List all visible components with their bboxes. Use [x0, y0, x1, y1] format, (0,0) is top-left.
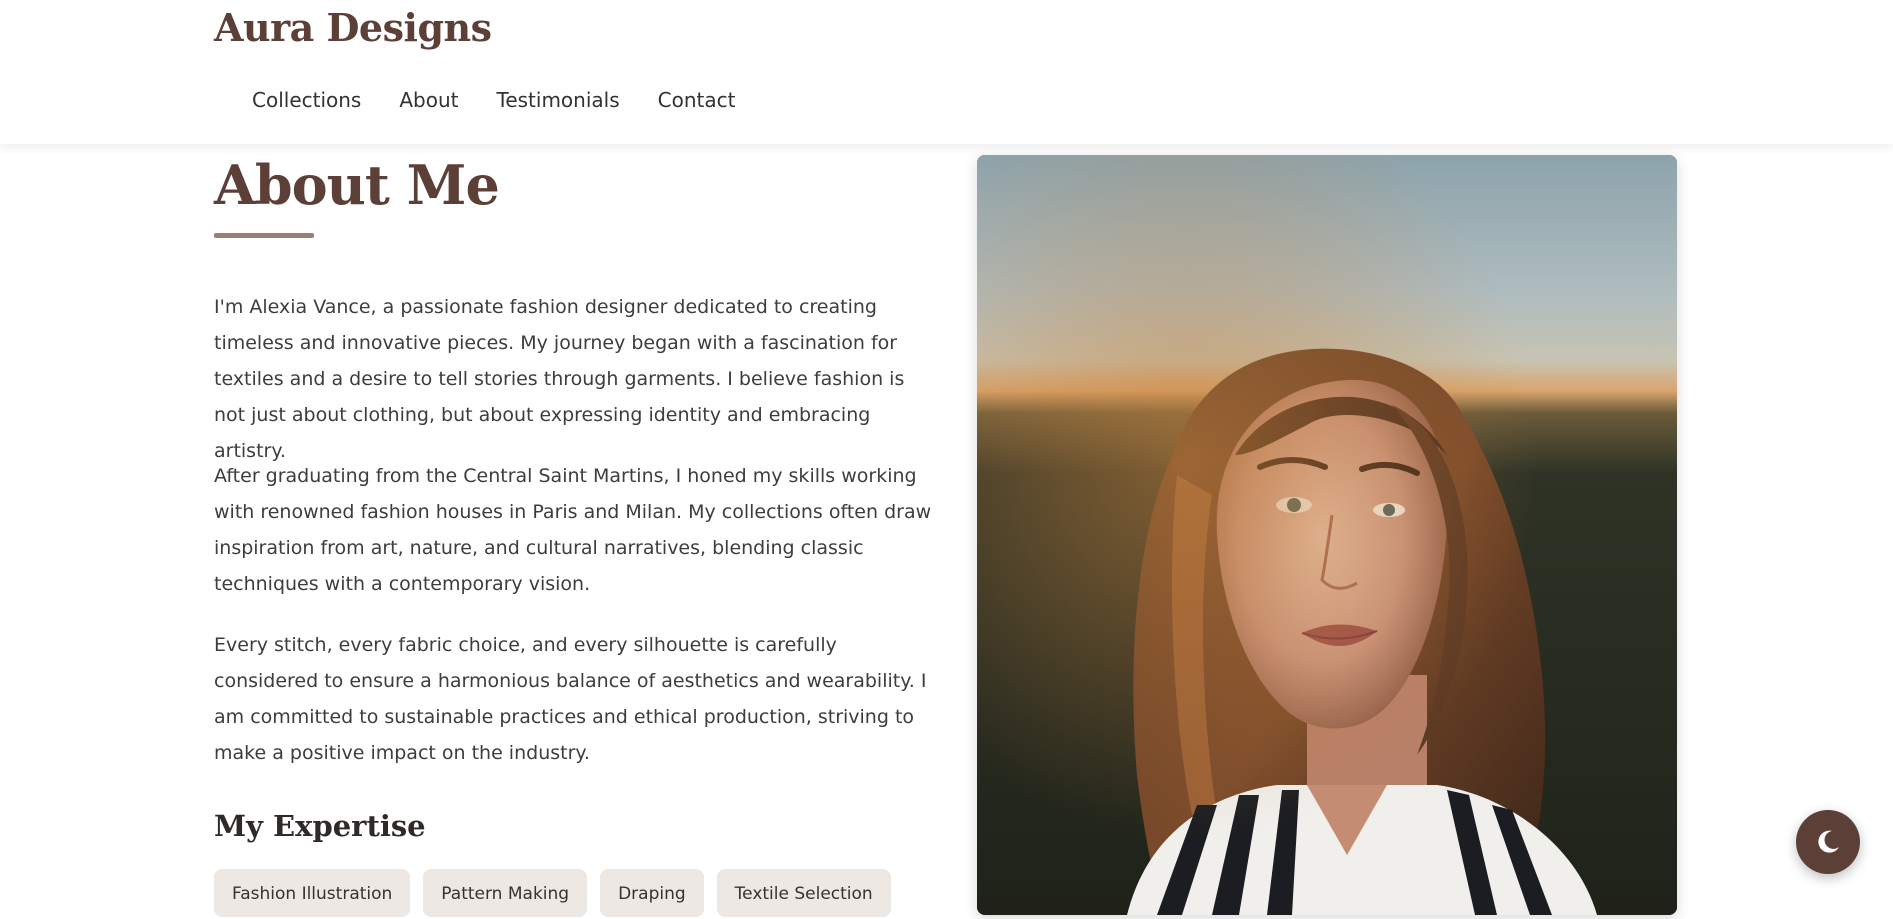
- bio-paragraph-2: After graduating from the Central Saint …: [214, 465, 932, 595]
- nav-about[interactable]: About: [399, 84, 458, 116]
- portrait-photo: [977, 155, 1677, 915]
- expertise-tag: Textile Selection: [716, 869, 891, 917]
- bio-paragraph-3: Every stitch, every fabric choice, and e…: [214, 634, 927, 764]
- expertise-tag: Fashion Illustration: [214, 869, 411, 917]
- main-nav: Collections About Testimonials Contact: [252, 84, 735, 116]
- nav-testimonials[interactable]: Testimonials: [497, 84, 620, 116]
- moon-icon: [1818, 830, 1839, 853]
- nav-contact[interactable]: Contact: [658, 84, 736, 116]
- about-title: About Me: [214, 153, 500, 217]
- expertise-tag: Pattern Making: [423, 869, 588, 917]
- expertise-title: My Expertise: [214, 809, 426, 843]
- expertise-tag: Draping: [600, 869, 704, 917]
- site-header: Aura Designs Collections About Testimoni…: [0, 0, 1893, 144]
- brand-logo[interactable]: Aura Designs: [214, 4, 492, 52]
- nav-collections[interactable]: Collections: [252, 84, 361, 116]
- expertise-tags: Fashion Illustration Pattern Making Drap…: [214, 869, 891, 917]
- title-underline: [214, 233, 314, 238]
- bio-paragraph-1: I'm Alexia Vance, a passionate fashion d…: [214, 296, 905, 462]
- portrait-illustration: [977, 155, 1677, 915]
- theme-toggle-button[interactable]: [1796, 810, 1860, 874]
